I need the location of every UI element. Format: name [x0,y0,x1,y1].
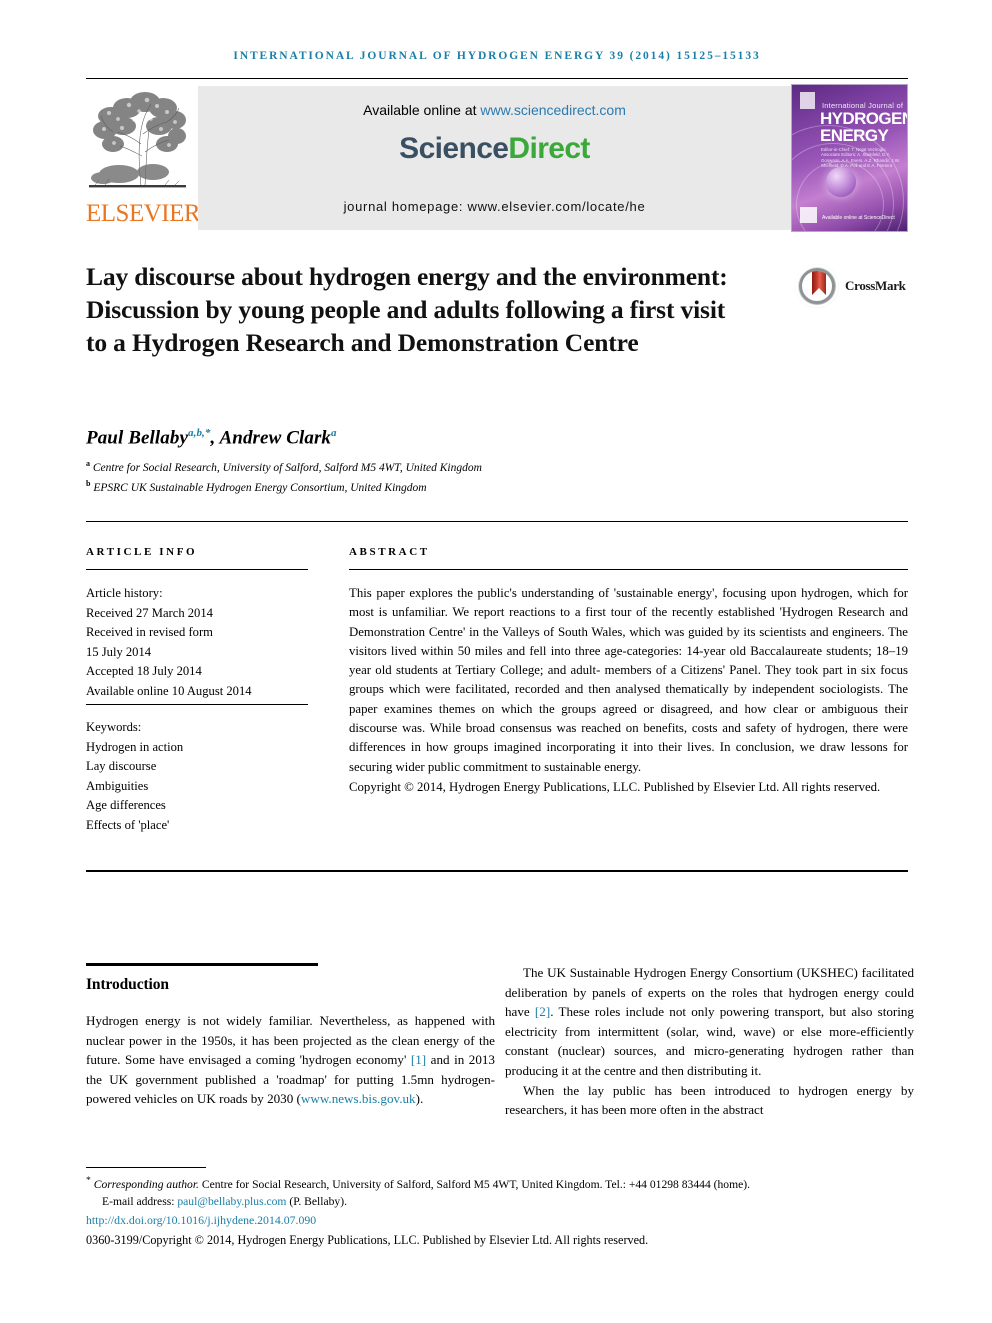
article-info-divider [86,569,308,570]
introduction-paragraph-1: Hydrogen energy is not widely familiar. … [86,1011,495,1109]
affiliation-a-text: Centre for Social Research, University o… [92,461,482,474]
author-marks-1: a,b,* [188,427,211,439]
affiliation-a: a Centre for Social Research, University… [86,456,786,476]
article-history-item: Available online 10 August 2014 [86,683,252,698]
doi-link[interactable]: http://dx.doi.org/10.1016/j.ijhydene.201… [86,1212,908,1229]
footnote-divider [86,1167,206,1168]
cover-editors-text: Editor-in-Chief: T. Nejat Veziroglu Asso… [821,147,900,169]
bis-gov-link[interactable]: www.news.bis.gov.uk [301,1091,416,1106]
author-list: Paul Bellabya,b,*, Andrew Clarka [86,427,337,449]
cover-title-energy: ENERGY [820,126,889,145]
available-online-label: Available online at [363,102,481,118]
affiliation-b-text: EPSRC UK Sustainable Hydrogen Energy Con… [93,482,427,495]
abstract-column: ABSTRACT This paper explores the public'… [349,546,908,797]
body-column-right: The UK Sustainable Hydrogen Energy Conso… [505,963,914,1120]
article-history-item: 15 July 2014 [86,644,152,659]
keywords-block: Keywords: Hydrogen in action Lay discour… [86,718,308,836]
affiliation-a-mark: a [86,459,90,468]
sciencedirect-logo[interactable]: ScienceDirect [198,132,791,166]
journal-cover-image: International Journal of HYDROGEN ENERGY… [791,84,908,232]
article-title: Lay discourse about hydrogen energy and … [86,262,728,357]
keyword-item: Hydrogen in action [86,739,184,754]
email-label: E-mail address: [102,1194,178,1208]
corresponding-author-text: Centre for Social Research, University o… [198,1177,751,1191]
article-history-item: Accepted 18 July 2014 [86,664,202,679]
introduction-rule [86,963,318,966]
sciencedirect-banner: Available online at www.sciencedirect.co… [198,86,791,230]
right-paragraph-2: When the lay public has been introduced … [505,1082,914,1118]
intro-p1-text-c: ). [415,1091,424,1107]
right-p1-text-b: . These roles include not only powering … [505,1004,914,1078]
article-title-block: Lay discourse about hydrogen energy and … [86,260,746,359]
keyword-item: Lay discourse [86,759,157,774]
cover-title-hydrogen: HYDROGEN [820,109,908,128]
affiliation-b: b EPSRC UK Sustainable Hydrogen Energy C… [86,476,786,496]
abstract-divider [349,569,908,570]
article-history-block: Article history: Received 27 March 2014 … [86,584,308,702]
author-marks-2: a [331,427,337,439]
abstract-text: This paper explores the public's underst… [349,586,908,774]
keywords-divider [86,704,308,705]
article-info-heading: ARTICLE INFO [86,546,198,558]
crossmark-icon [795,264,839,308]
crossmark-label: CrossMark [845,278,906,293]
affiliation-list: a Centre for Social Research, University… [86,456,786,497]
abstract-copyright: Copyright © 2014, Hydrogen Energy Public… [349,779,881,794]
authors-divider [86,521,908,522]
running-head: International Journal of Hydrogen Energy… [233,50,761,62]
footnote-block: * Corresponding author. Centre for Socia… [86,1172,908,1249]
author-name-1: Paul Bellaby [86,427,188,449]
crossmark-badge[interactable]: CrossMark [795,264,915,308]
citation-ref-1[interactable]: [1] [411,1052,426,1067]
corresponding-author-label: Corresponding author. [93,1177,199,1191]
elsevier-tree-icon [89,86,186,198]
cover-sciencedirect-tag: Available online at ScienceDirect [822,215,895,221]
sciencedirect-logo-direct: Direct [508,132,590,165]
crossmark-ribbon-icon [812,271,826,295]
corresponding-author-note: * Corresponding author. Centre for Socia… [86,1172,908,1193]
keyword-item: Effects of 'place' [86,817,170,832]
journal-homepage-link[interactable]: journal homepage: www.elsevier.com/locat… [198,199,791,214]
elsevier-logo: ELSEVIER [86,84,201,232]
article-history-item: Received 27 March 2014 [86,605,213,620]
elsevier-wordmark: ELSEVIER [86,200,201,227]
abstract-heading: ABSTRACT [349,546,430,558]
sciencedirect-logo-science: Science [399,132,509,165]
cover-ihe-mark [800,207,817,223]
author-name-2: Andrew Clark [219,427,332,449]
journal-article-page: International Journal of Hydrogen Energy… [0,0,992,1323]
email-link[interactable]: paul@bellaby.plus.com [177,1195,286,1208]
body-column-left: Introduction Hydrogen energy is not wide… [86,963,495,1109]
article-history-item: Received in revised form [86,625,213,640]
cover-sphere-graphic [826,167,856,197]
affiliation-b-mark: b [86,479,91,489]
masthead: ELSEVIER Available online at www.science… [86,84,908,232]
email-suffix: (P. Bellaby). [286,1194,347,1208]
header-divider [86,78,908,79]
introduction-heading: Introduction [86,976,169,993]
keyword-item: Ambiguities [86,778,149,793]
available-online-text: Available online at www.sciencedirect.co… [198,102,791,118]
email-note: E-mail address: paul@bellaby.plus.com (P… [86,1193,908,1210]
crossmark-icon-inner [799,268,835,304]
issn-copyright-line: 0360-3199/Copyright © 2014, Hydrogen Ene… [86,1232,649,1247]
article-history-label: Article history: [86,586,163,600]
abstract-end-divider [86,870,908,872]
right-paragraph-1: The UK Sustainable Hydrogen Energy Conso… [505,963,914,1081]
sciencedirect-url-link[interactable]: www.sciencedirect.com [480,102,626,118]
keyword-item: Age differences [86,798,166,813]
keywords-label: Keywords: [86,720,142,734]
corresponding-author-mark: * [86,1175,91,1186]
citation-ref-2[interactable]: [2] [535,1004,550,1019]
cover-elsevier-mark [800,92,815,109]
article-info-column: ARTICLE INFO Article history: Received 2… [86,546,308,702]
